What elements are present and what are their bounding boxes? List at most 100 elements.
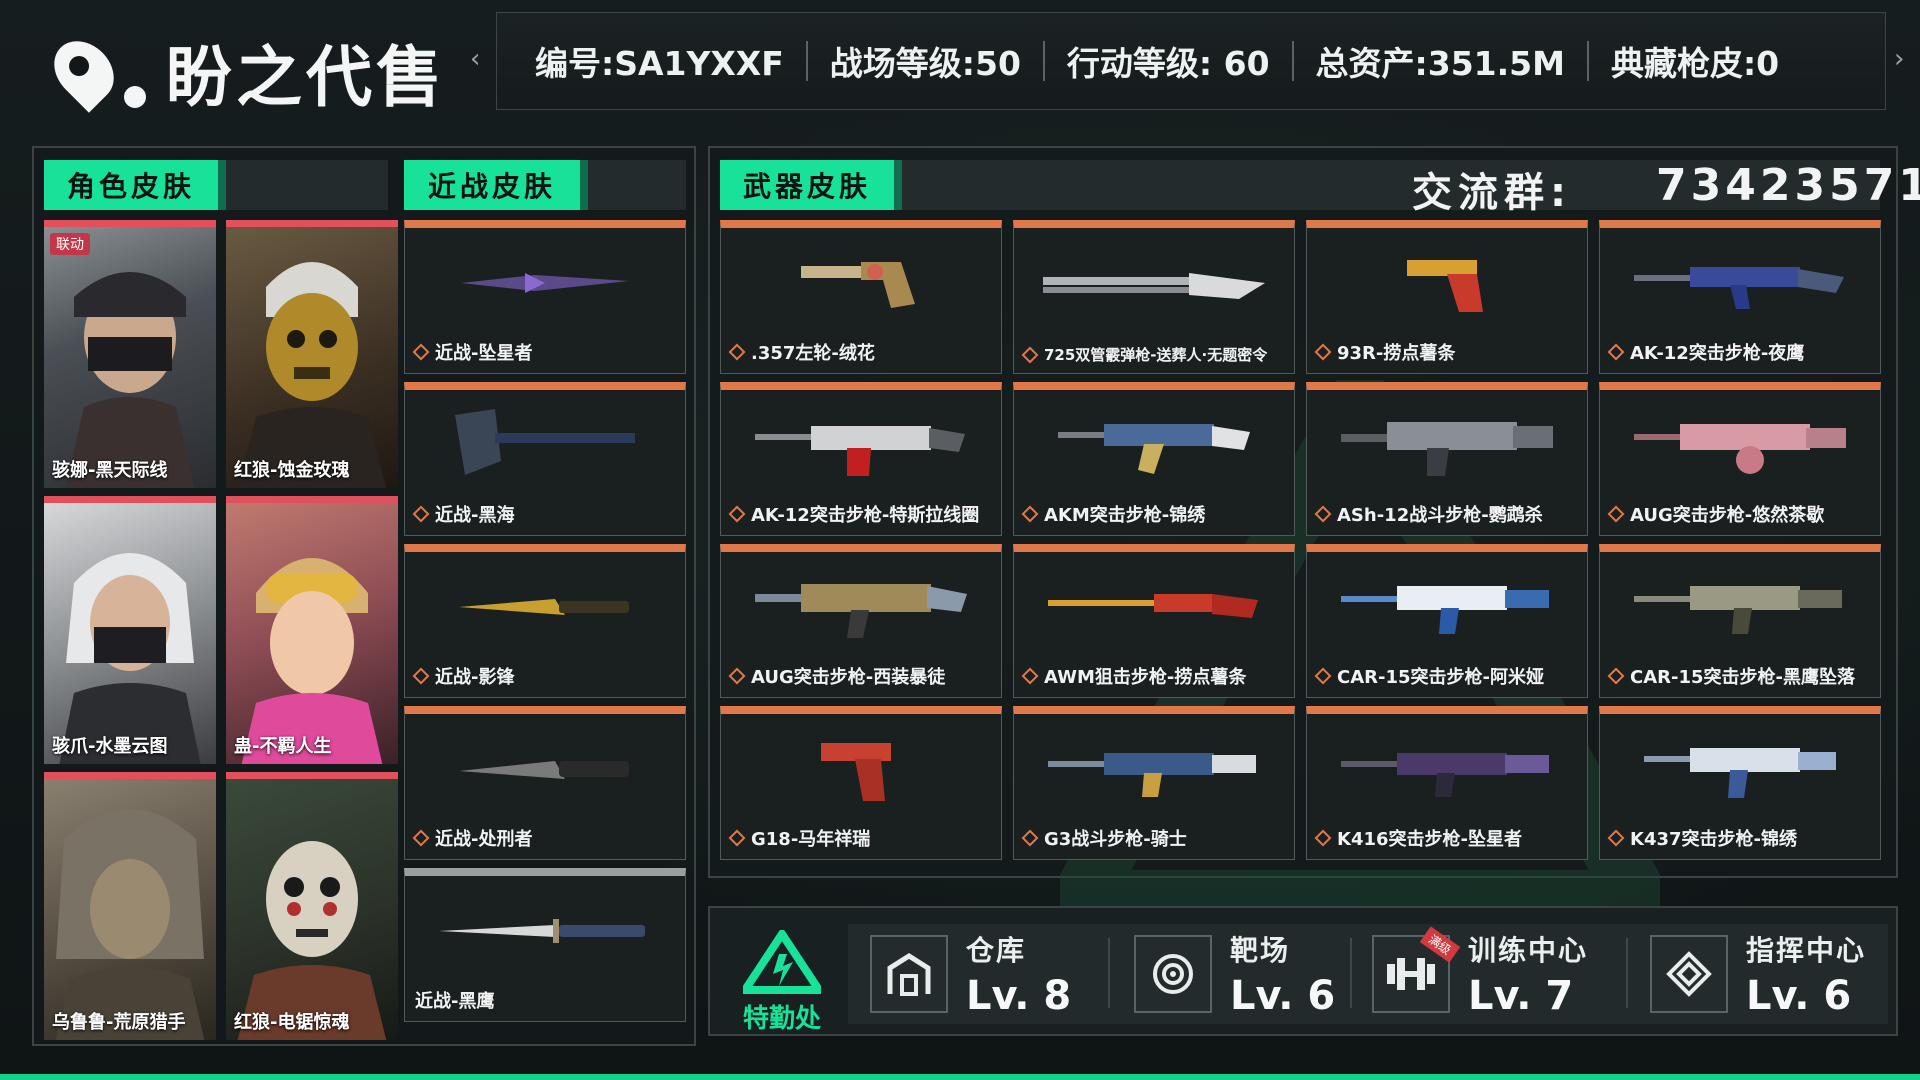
command-icon bbox=[1650, 935, 1728, 1013]
weapon-skin-card[interactable]: AUG突击步枪-西装暴徒 bbox=[720, 544, 1002, 698]
chevron-left-icon[interactable]: ‹ bbox=[470, 44, 480, 74]
weapon-image bbox=[1307, 724, 1587, 814]
diamond-icon bbox=[1607, 667, 1625, 685]
character-name: 红狼-蚀金玫瑰 bbox=[234, 460, 350, 481]
diamond-icon bbox=[728, 667, 746, 685]
weapon-skin-card[interactable]: 93R-捞点薯条 bbox=[1306, 220, 1588, 374]
facility-training-center[interactable]: 满级 训练中心 Lv. 7 bbox=[1372, 924, 1588, 1024]
melee-skin-name: 近战-影锋 bbox=[412, 663, 514, 689]
diamond-icon bbox=[728, 505, 746, 523]
character-card[interactable]: 骇爪-水墨云图 bbox=[44, 496, 216, 764]
weapon-skin-name: CAR-15突击步枪-阿米娅 bbox=[1314, 663, 1544, 689]
character-portrait bbox=[226, 503, 398, 764]
special-ops-agency[interactable]: 特勤处 bbox=[734, 930, 830, 1035]
facility-warehouse[interactable]: 仓库 Lv. 8 bbox=[870, 924, 1071, 1024]
contact-group-label: 交流群: bbox=[1412, 170, 1572, 216]
diamond-icon bbox=[1021, 505, 1039, 523]
chevron-right-icon[interactable]: › bbox=[1894, 44, 1904, 74]
weapon-skin-card[interactable]: G18-马年祥瑞 bbox=[720, 706, 1002, 860]
diamond-icon bbox=[1021, 829, 1039, 847]
weapon-skin-card[interactable]: K437突击步枪-锦绣 bbox=[1599, 706, 1881, 860]
weapon-skin-card[interactable]: AKM突击步枪-锦绣 bbox=[1013, 382, 1295, 536]
weapon-skin-name: AUG突击步枪-西装暴徒 bbox=[728, 663, 945, 689]
weapon-image bbox=[1600, 400, 1880, 490]
weapon-skin-card[interactable]: AWM狙击步枪-捞点薯条 bbox=[1013, 544, 1295, 698]
weapon-skin-card[interactable]: AK-12突击步枪-特斯拉线圈 bbox=[720, 382, 1002, 536]
weapon-skin-name: CAR-15突击步枪-黑鹰坠落 bbox=[1607, 663, 1855, 689]
character-portrait bbox=[226, 227, 398, 488]
character-card[interactable]: 蛊-不羁人生 bbox=[226, 496, 398, 764]
collab-badge: 联动 bbox=[50, 233, 90, 255]
account-stats-bar: 编号:SA1YXXF 战场等级:50 行动等级: 60 总资产:351.5M 典… bbox=[496, 12, 1886, 110]
weapon-image bbox=[1600, 238, 1880, 328]
character-portrait bbox=[44, 227, 216, 488]
weapon-image bbox=[721, 562, 1001, 652]
contact-group-number[interactable]: 734235716 bbox=[1656, 160, 1920, 211]
melee-skin-name: 近战-黑海 bbox=[412, 501, 514, 527]
melee-skin-name: 近战-黑鹰 bbox=[415, 991, 495, 1012]
weapon-skin-name: AKM突击步枪-锦绣 bbox=[1021, 501, 1205, 527]
melee-weapon-image bbox=[405, 886, 685, 976]
facility-command-center[interactable]: 指挥中心 Lv. 6 bbox=[1650, 924, 1866, 1024]
facility-shooting-range[interactable]: 靶场 Lv. 6 bbox=[1134, 924, 1335, 1024]
weapon-skin-name: G18-马年祥瑞 bbox=[728, 825, 870, 851]
diamond-icon bbox=[1607, 505, 1625, 523]
weapon-skin-card[interactable]: CAR-15突击步枪-黑鹰坠落 bbox=[1599, 544, 1881, 698]
diamond-icon bbox=[1314, 343, 1332, 361]
weapon-image bbox=[1014, 724, 1294, 814]
weapon-skin-card[interactable]: ASh-12战斗步枪-鹦鹉杀 bbox=[1306, 382, 1588, 536]
diamond-icon bbox=[412, 505, 430, 523]
diamond-icon bbox=[1314, 505, 1332, 523]
weapon-image bbox=[1014, 238, 1294, 328]
character-portrait bbox=[44, 503, 216, 764]
weapon-skin-card[interactable]: CAR-15突击步枪-阿米娅 bbox=[1306, 544, 1588, 698]
brand-logo: 盼之代售 bbox=[42, 24, 446, 120]
tab-melee-skins[interactable]: 近战皮肤 bbox=[404, 160, 686, 210]
weapon-skin-name: 93R-捞点薯条 bbox=[1314, 339, 1455, 365]
weapon-skin-name: .357左轮-绒花 bbox=[728, 339, 875, 365]
melee-weapon-image bbox=[405, 400, 685, 490]
character-name: 乌鲁鲁-荒原猎手 bbox=[52, 1012, 186, 1033]
divider bbox=[1350, 938, 1352, 1008]
weapon-image bbox=[1307, 238, 1587, 328]
weapon-skin-name: AK-12突击步枪-夜鹰 bbox=[1607, 339, 1804, 365]
weapon-skin-card[interactable]: K416突击步枪-坠星者 bbox=[1306, 706, 1588, 860]
character-name: 骇娜-黑天际线 bbox=[52, 460, 168, 481]
weapon-image bbox=[721, 724, 1001, 814]
weapon-image bbox=[1600, 724, 1880, 814]
brand-name: 盼之代售 bbox=[166, 39, 446, 116]
melee-skin-name: 近战-坠星者 bbox=[412, 339, 532, 365]
weapon-skin-name: K416突击步枪-坠星者 bbox=[1314, 825, 1522, 851]
weapon-image bbox=[721, 400, 1001, 490]
weapon-skin-name: ASh-12战斗步枪-鹦鹉杀 bbox=[1314, 501, 1543, 527]
character-card[interactable]: 红狼-蚀金玫瑰 bbox=[226, 220, 398, 488]
weapon-skin-card[interactable]: G3战斗步枪-骑士 bbox=[1013, 706, 1295, 860]
weapon-skin-name: 725双管霰弹枪-送葬人·无题密令 bbox=[1021, 344, 1267, 365]
target-icon bbox=[1134, 935, 1212, 1013]
character-name: 骇爪-水墨云图 bbox=[52, 736, 168, 757]
weapon-skin-name: AUG突击步枪-悠然茶歇 bbox=[1607, 501, 1824, 527]
tab-character-skins[interactable]: 角色皮肤 bbox=[44, 160, 388, 210]
weapon-skin-card[interactable]: AUG突击步枪-悠然茶歇 bbox=[1599, 382, 1881, 536]
melee-skin-card[interactable]: 近战-影锋 bbox=[404, 544, 686, 698]
melee-skin-name: 近战-处刑者 bbox=[412, 825, 532, 851]
melee-skin-card[interactable]: 近战-黑鹰 bbox=[404, 868, 686, 1022]
facilities-bar: 特勤处 仓库 Lv. 8 靶场 Lv. 6 满级 训练中心 Lv. 7 指挥中心… bbox=[708, 906, 1898, 1036]
character-card[interactable]: 红狼-电锯惊魂 bbox=[226, 772, 398, 1040]
melee-skin-card[interactable]: 近战-坠星者 bbox=[404, 220, 686, 374]
character-card[interactable]: 乌鲁鲁-荒原猎手 bbox=[44, 772, 216, 1040]
weapon-skin-card[interactable]: 725双管霰弹枪-送葬人·无题密令 bbox=[1013, 220, 1295, 374]
character-card[interactable]: 联动 骇娜-黑天际线 bbox=[44, 220, 216, 488]
weapon-skin-name: G3战斗步枪-骑士 bbox=[1021, 825, 1187, 851]
diamond-icon bbox=[1021, 667, 1039, 685]
weapon-image bbox=[1307, 562, 1587, 652]
weapon-skin-card[interactable]: .357左轮-绒花 bbox=[720, 220, 1002, 374]
stat-account-id: 编号:SA1YXXF bbox=[535, 44, 784, 83]
stat-operation-level: 行动等级: 60 bbox=[1066, 44, 1270, 83]
weapon-skin-card[interactable]: AK-12突击步枪-夜鹰 bbox=[1599, 220, 1881, 374]
diamond-icon bbox=[728, 829, 746, 847]
melee-skin-card[interactable]: 近战-处刑者 bbox=[404, 706, 686, 860]
melee-skin-card[interactable]: 近战-黑海 bbox=[404, 382, 686, 536]
weapon-image bbox=[1014, 562, 1294, 652]
agency-label: 特勤处 bbox=[742, 1004, 821, 1034]
